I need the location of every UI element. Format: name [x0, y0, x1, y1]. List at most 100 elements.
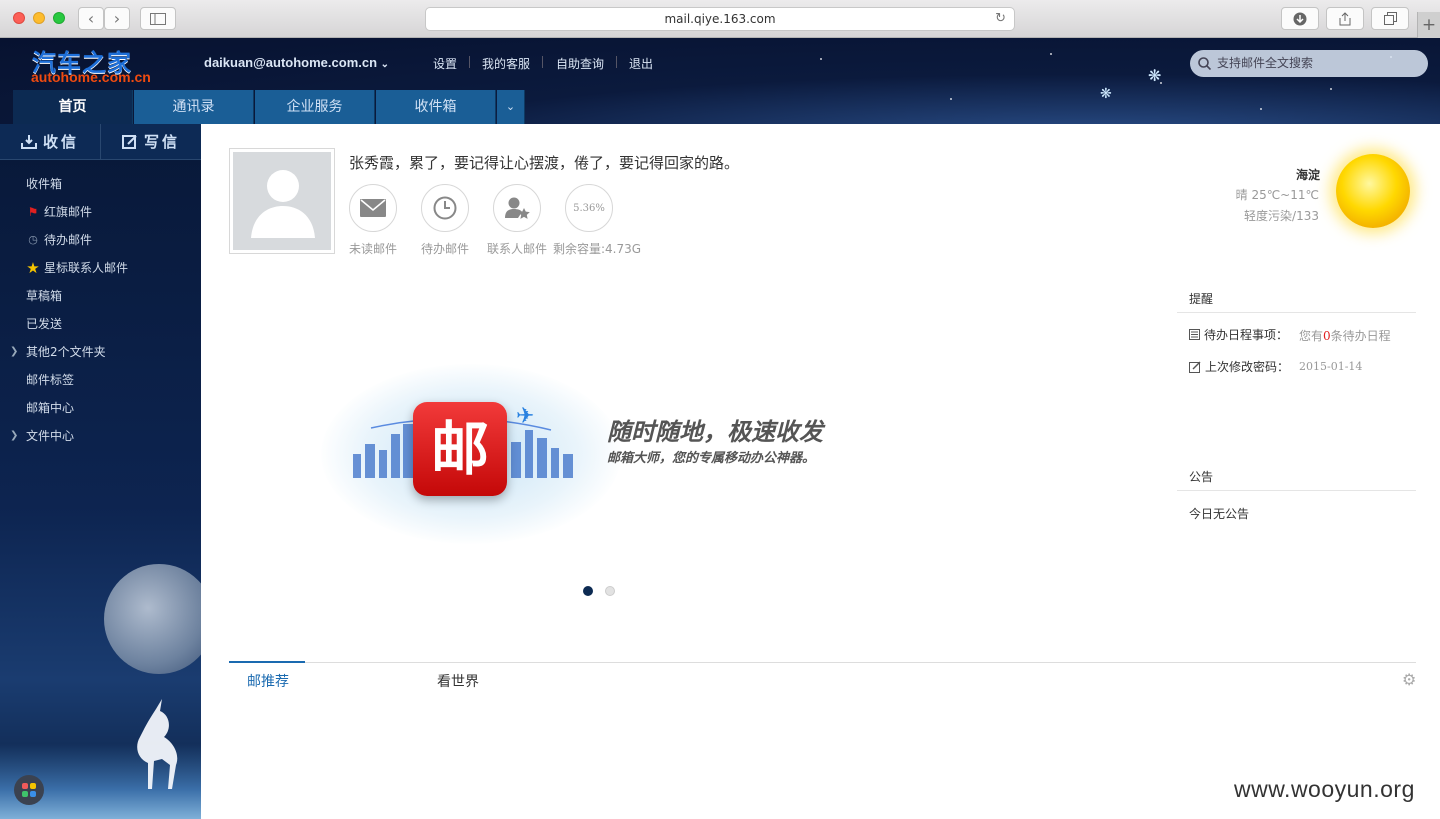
search-placeholder: 支持邮件全文搜索: [1217, 56, 1314, 70]
more-tabs-button[interactable]: ⌄: [497, 90, 525, 124]
zoom-window-button[interactable]: [53, 12, 65, 24]
folder-label: 邮箱中心: [26, 401, 75, 415]
carousel-dot-2[interactable]: [605, 586, 615, 596]
folder-label: 其他2个文件夹: [26, 345, 106, 359]
compose-label: 写信: [143, 133, 180, 151]
main-content: 张秀霞，累了，要记得让心摆渡，倦了，要记得回家的路。 未读邮件 待办邮件 联系人…: [201, 124, 1440, 819]
chevron-right-icon: ❯: [10, 346, 19, 357]
unread-mail-button[interactable]: [349, 184, 397, 232]
chevron-left-icon: ‹: [87, 9, 95, 28]
gear-icon[interactable]: ⚙: [1402, 670, 1416, 689]
folder-mail-center[interactable]: 邮箱中心: [0, 394, 201, 422]
plus-icon: +: [1421, 15, 1437, 35]
folder-todo[interactable]: ◷ 待办邮件: [0, 226, 201, 254]
tabs-overview-button[interactable]: [1371, 7, 1409, 30]
weather-city: 海淀: [1296, 168, 1321, 182]
self-service-link[interactable]: 自助查询: [556, 55, 604, 72]
clock-icon: ◷: [28, 233, 38, 246]
red-flag-icon: ⚑: [27, 205, 39, 219]
folder-file-center[interactable]: ❯ 文件中心: [0, 422, 201, 450]
unread-mail-label[interactable]: 未读邮件: [349, 240, 397, 257]
tab-home[interactable]: 首页: [13, 90, 133, 124]
todo-schedule-link[interactable]: 您有0条待办日程: [1299, 327, 1391, 344]
password-change-row: 上次修改密码：: [1189, 358, 1289, 375]
back-button[interactable]: ‹: [78, 7, 104, 30]
sidebar-toggle-button[interactable]: [140, 7, 176, 30]
tab-recommend[interactable]: 邮推荐: [247, 671, 289, 691]
storage-remaining-label: 剩余容量:4.73G: [553, 242, 642, 256]
contact-mail-label[interactable]: 联系人邮件: [487, 240, 547, 257]
todo-suffix: 条待办日程: [1330, 329, 1391, 343]
banner-title: 随时随地，极速收发: [607, 418, 823, 446]
compose-icon: [121, 135, 137, 149]
receive-label: 收信: [42, 133, 79, 151]
butterfly-icon: ❋: [1148, 66, 1162, 85]
star-icon: ★: [26, 259, 40, 277]
notice-text: 今日无公告: [1189, 507, 1250, 521]
carousel-dot-1[interactable]: [583, 586, 593, 596]
new-tab-button[interactable]: +: [1417, 12, 1440, 38]
close-window-button[interactable]: [13, 12, 25, 24]
password-change-date: 2015-01-14: [1299, 360, 1363, 373]
account-menu[interactable]: daikuan@autohome.com.cn ⌄: [204, 55, 389, 70]
download-icon: [1293, 12, 1307, 25]
password-change-label: 上次修改密码：: [1205, 360, 1290, 374]
banner-subtitle: 邮箱大师，您的专属移动办公神器。: [607, 451, 816, 466]
customer-service-link[interactable]: 我的客服: [482, 55, 530, 72]
address-bar[interactable]: mail.qiye.163.com ↻: [425, 7, 1015, 31]
sunny-icon: [1336, 154, 1410, 228]
moon-decoration: [104, 564, 201, 674]
folder-sent[interactable]: 已发送: [0, 310, 201, 338]
downloads-button[interactable]: [1281, 7, 1319, 30]
share-button[interactable]: [1326, 7, 1364, 30]
todo-prefix: 您有: [1299, 329, 1324, 343]
contact-mail-button[interactable]: [493, 184, 541, 232]
minimize-window-button[interactable]: [33, 12, 45, 24]
tab-contacts[interactable]: 通讯录: [134, 90, 254, 124]
tab-label: 首页: [58, 99, 87, 115]
chevron-right-icon: ❯: [10, 430, 19, 441]
todo-schedule-label: 待办日程事项：: [1204, 328, 1289, 342]
receive-button[interactable]: 收信: [0, 124, 101, 159]
mail-master-app-icon[interactable]: 邮: [413, 402, 507, 496]
tabs-icon: [1383, 12, 1397, 25]
watermark: www.wooyun.org: [1234, 776, 1415, 802]
logout-link[interactable]: 退出: [629, 55, 653, 72]
tab-enterprise[interactable]: 企业服务: [255, 90, 375, 124]
clock-icon: [433, 196, 457, 220]
share-icon: [1339, 11, 1351, 25]
inbox-download-icon: [20, 135, 37, 149]
butterfly-icon: ❋: [1100, 86, 1112, 102]
chevron-right-icon: ›: [113, 9, 121, 28]
folder-inbox[interactable]: 收件箱: [0, 170, 201, 198]
folder-tags[interactable]: 邮件标签: [0, 366, 201, 394]
folder-starred-contacts[interactable]: ★ 星标联系人邮件: [0, 254, 201, 282]
folder-other[interactable]: ❯ 其他2个文件夹: [0, 338, 201, 366]
folder-label: 草稿箱: [26, 289, 63, 303]
search-input[interactable]: 支持邮件全文搜索: [1190, 50, 1428, 77]
calendar-icon: [1189, 329, 1200, 340]
user-email: daikuan@autohome.com.cn: [204, 55, 378, 70]
reload-icon[interactable]: ↻: [995, 8, 1006, 30]
todo-schedule-row: 待办日程事项：: [1189, 326, 1288, 343]
forward-button[interactable]: ›: [104, 7, 130, 30]
folder-label: 邮件标签: [26, 373, 75, 387]
folder-flagged[interactable]: ⚑ 红旗邮件: [0, 198, 201, 226]
tab-world[interactable]: 看世界: [437, 671, 479, 691]
url-text: mail.qiye.163.com: [664, 12, 776, 26]
avatar[interactable]: [229, 148, 335, 254]
folder-drafts[interactable]: 草稿箱: [0, 282, 201, 310]
apps-button[interactable]: [14, 775, 44, 805]
contact-star-icon: [505, 197, 530, 219]
envelope-icon: [360, 199, 386, 217]
default-avatar-icon: [251, 170, 315, 238]
todo-mail-label[interactable]: 待办邮件: [421, 240, 469, 257]
storage-usage-indicator[interactable]: 5.36%: [565, 184, 613, 232]
tab-inbox[interactable]: 收件箱: [376, 90, 496, 124]
compose-button[interactable]: 写信: [101, 124, 201, 159]
settings-link[interactable]: 设置: [433, 55, 457, 72]
airplane-icon: ✈: [516, 404, 535, 429]
todo-mail-button[interactable]: [421, 184, 469, 232]
tab-label: 通讯录: [172, 99, 215, 115]
mail-header: ❋ ❋ 汽车之家 autohome.com.cn daikuan@autohom…: [0, 38, 1440, 124]
